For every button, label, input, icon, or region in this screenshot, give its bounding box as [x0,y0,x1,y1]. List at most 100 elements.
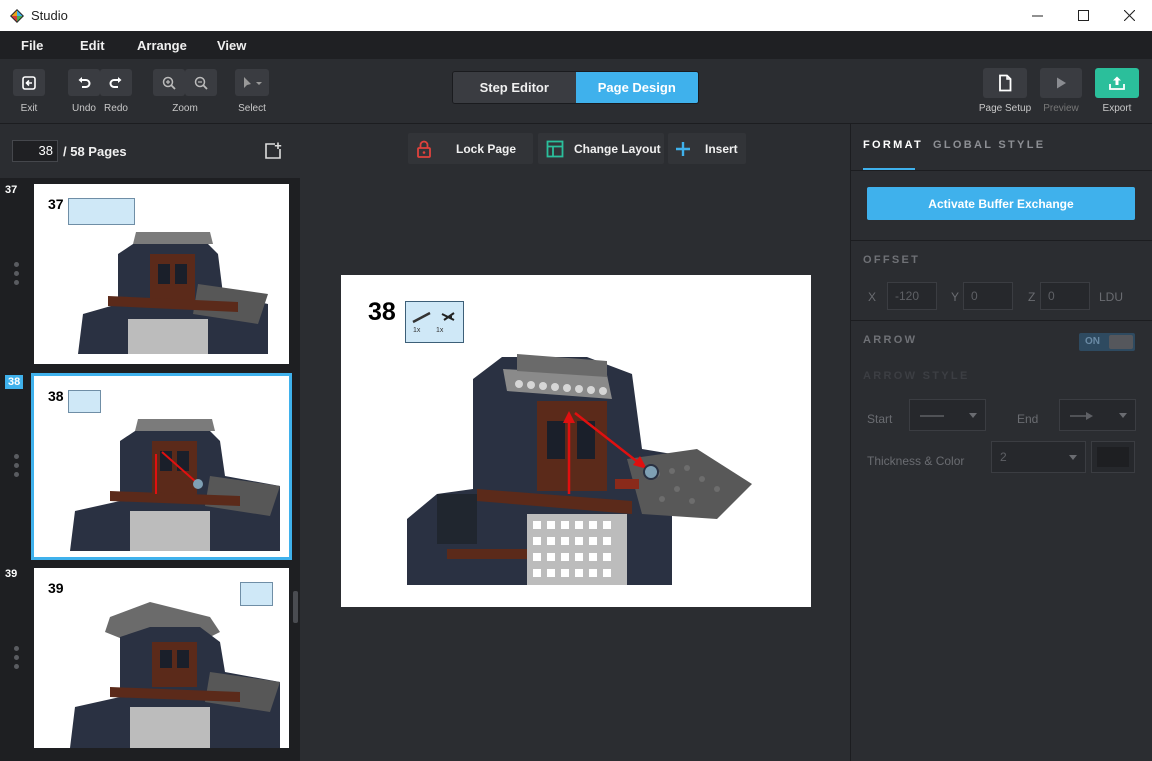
arrow-end-dropdown[interactable] [1059,399,1136,431]
undo-icon [78,76,91,88]
arrow-style-heading: ARROW STYLE [863,370,970,382]
zoom-out-button[interactable] [185,69,217,96]
chevron-down-icon [969,413,977,418]
thumbnail-step-number: 38 [48,388,64,404]
export-label: Export [1102,103,1132,114]
offset-y-label: Y [951,290,960,304]
arrow-heading: ARROW [863,334,918,346]
format-tabs: FORMAT GLOBAL STYLE [851,124,1152,171]
plus-icon [676,141,690,156]
format-panel: FORMAT GLOBAL STYLE Activate Buffer Exch… [850,124,1152,761]
preview-button[interactable] [1040,68,1082,98]
close-window-button[interactable] [1106,0,1152,31]
page-thumbnail[interactable]: 39 [34,568,289,748]
menu-edit[interactable]: Edit [80,38,105,53]
offset-y-input[interactable]: 0 [963,282,1013,310]
menu-file[interactable]: File [21,38,43,53]
insert-button[interactable]: Insert [668,133,746,164]
page-thumbnail-selected[interactable]: 38 [31,373,292,560]
current-page-input[interactable]: 38 [12,140,58,162]
maximize-icon [1077,10,1089,21]
active-tab-indicator [863,168,915,170]
page-thumbnail[interactable]: 37 [34,184,289,364]
drag-handle-icon[interactable] [14,646,19,673]
offset-unit: LDU [1099,290,1124,304]
page-setup-label: Page Setup [978,103,1032,114]
undo-button[interactable] [68,69,100,96]
select-button[interactable] [235,69,269,96]
lock-page-label: Lock Page [456,141,517,156]
page-setup-button[interactable] [983,68,1027,98]
toolbar: Exit Undo Redo Zoom Select Step Editor P… [0,59,1152,124]
close-icon [1123,10,1135,21]
building-model-image [70,602,280,748]
color-preview [1097,447,1129,467]
tab-global-style[interactable]: GLOBAL STYLE [933,139,1045,151]
thumbnail-step-number: 37 [48,196,64,212]
minimize-button[interactable] [1014,0,1060,31]
thickness-color-label: Thickness & Color [867,454,965,468]
end-label: End [1017,412,1039,426]
chevron-down-icon [1069,455,1077,460]
step-number: 38 [368,298,396,326]
thickness-dropdown[interactable]: 2 [991,441,1086,473]
play-icon [1057,77,1066,89]
step-editor-tab[interactable]: Step Editor [453,72,576,103]
offset-z-input[interactable]: 0 [1040,282,1090,310]
offset-heading: OFFSET [863,254,921,266]
undo-label: Undo [72,103,96,114]
parts-callout: 1x 1x [405,301,464,343]
lock-page-button[interactable]: Lock Page [408,133,533,164]
lock-icon [417,140,431,158]
tab-format[interactable]: FORMAT [863,139,923,151]
thumbnail-number: 37 [5,184,18,196]
exit-button[interactable] [13,69,45,96]
menu-arrange[interactable]: Arrange [137,38,187,53]
menu-view[interactable]: View [217,38,246,53]
thumbnail-scrollbar[interactable] [293,591,298,623]
drag-handle-icon[interactable] [14,262,19,289]
parts-list-box [68,390,101,413]
offset-section: OFFSET X -120 Y 0 Z 0 LDU [851,240,1152,320]
activate-buffer-exchange-button[interactable]: Activate Buffer Exchange [867,187,1135,220]
redo-label: Redo [104,103,128,114]
arrow-toggle[interactable]: ON [1079,333,1135,351]
exit-icon [22,75,36,90]
parts-images [412,311,455,324]
zoom-label: Zoom [172,103,198,114]
export-button[interactable] [1095,68,1139,98]
maximize-button[interactable] [1060,0,1106,31]
zoom-out-icon [194,76,208,90]
page-navigator: 38 / 58 Pages [0,124,300,178]
title-bar: Studio [0,0,1152,31]
page-list-panel: 38 / 58 Pages 37 37 38 38 39 39 [0,124,300,761]
page-design-tab[interactable]: Page Design [575,72,698,103]
offset-x-label: X [868,290,877,304]
thickness-value: 2 [1000,450,1007,464]
page-canvas: Lock Page Change Layout Insert 38 1x 1x [300,124,850,761]
export-icon [1109,76,1125,90]
arrow-head-icon [1070,412,1093,420]
offset-x-input[interactable]: -120 [887,282,937,310]
redo-button[interactable] [100,69,132,96]
thumbnail-number-selected: 38 [5,375,24,389]
arrow-color-swatch[interactable] [1091,441,1135,473]
exit-label: Exit [20,103,38,114]
offset-z-label: Z [1028,290,1036,304]
insert-label: Insert [705,141,738,156]
menu-bar: File Edit Arrange View [0,31,1152,59]
part-quantity: 1x [436,327,444,334]
minimize-icon [1031,15,1043,17]
chevron-down-icon [1119,413,1127,418]
building-model-render [407,354,752,585]
studio-logo-icon [10,8,24,23]
instruction-page[interactable]: 38 1x 1x [341,275,811,607]
change-layout-button[interactable]: Change Layout [538,133,664,164]
arrow-start-dropdown[interactable] [909,399,986,431]
drag-handle-icon[interactable] [14,454,19,481]
add-page-icon[interactable] [263,141,283,161]
thumbnail-list: 37 37 38 38 39 39 [0,178,300,761]
arrow-section: ARROW ARROW STYLE Start End Thickness & … [851,320,1152,761]
zoom-in-button[interactable] [153,69,185,96]
cursor-icon [244,76,262,88]
